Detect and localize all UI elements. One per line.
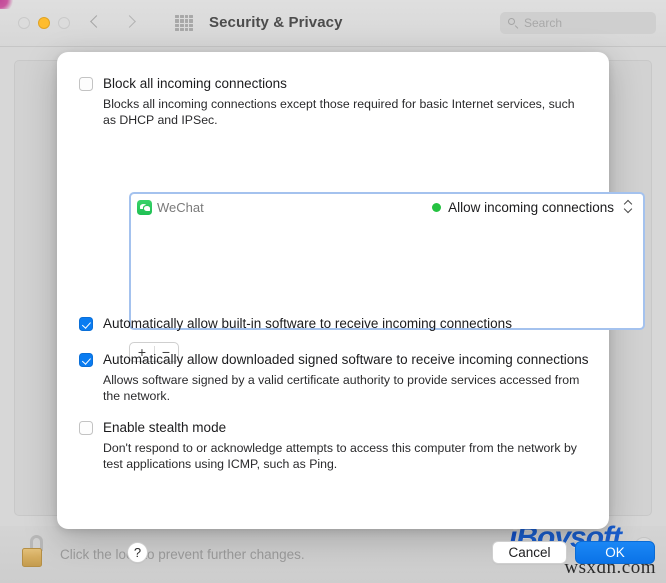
traffic-light-buttons[interactable] xyxy=(18,17,70,29)
window-titlebar: Security & Privacy Search xyxy=(0,0,666,47)
app-status-label: Allow incoming connections xyxy=(448,199,614,215)
show-all-grid-icon[interactable] xyxy=(175,15,193,31)
auto-signed-checkbox[interactable] xyxy=(79,353,93,367)
zoom-button[interactable] xyxy=(58,17,70,29)
up-down-chevron-icon[interactable] xyxy=(622,198,635,216)
auto-signed-description: Allows software signed by a valid certif… xyxy=(103,373,580,403)
block-all-checkbox[interactable] xyxy=(79,77,93,91)
auto-builtin-section: Automatically allow built-in software to… xyxy=(79,316,589,332)
block-all-row[interactable]: Block all incoming connections xyxy=(79,76,589,92)
app-status-group[interactable]: Allow incoming connections xyxy=(432,200,614,215)
app-name: WeChat xyxy=(157,199,204,215)
auto-signed-section: Automatically allow downloaded signed so… xyxy=(79,352,591,404)
desktop-corner-artifact xyxy=(0,0,16,9)
block-all-description: Blocks all incoming connections except t… xyxy=(103,97,575,127)
forward-chevron-icon[interactable] xyxy=(124,12,136,34)
firewall-options-sheet: Block all incoming connections Blocks al… xyxy=(57,52,655,564)
minimize-button[interactable] xyxy=(38,17,50,29)
auto-builtin-checkbox[interactable] xyxy=(79,317,93,331)
sheet-help-button[interactable]: ? xyxy=(127,542,148,563)
auto-builtin-row[interactable]: Automatically allow built-in software to… xyxy=(79,316,589,332)
status-dot-icon xyxy=(432,202,442,212)
back-chevron-icon[interactable] xyxy=(90,12,102,34)
stealth-label: Enable stealth mode xyxy=(103,420,227,435)
application-list[interactable]: WeChat Allow incoming connections xyxy=(129,192,645,330)
padlock-body xyxy=(22,548,42,567)
auto-signed-label: Automatically allow downloaded signed so… xyxy=(103,352,589,367)
lock-hint-text: Click the lock to prevent further change… xyxy=(60,547,305,562)
search-field[interactable]: Search xyxy=(500,12,656,34)
auto-builtin-label: Automatically allow built-in software to… xyxy=(103,316,512,331)
search-icon xyxy=(507,17,519,29)
stealth-section: Enable stealth mode Don't respond to or … xyxy=(79,420,589,472)
block-all-section: Block all incoming connections Blocks al… xyxy=(79,76,589,128)
close-button[interactable] xyxy=(18,17,30,29)
navigation-arrows[interactable] xyxy=(90,12,136,34)
stealth-checkbox[interactable] xyxy=(79,421,93,435)
unlocked-padlock-icon[interactable] xyxy=(22,535,48,569)
list-item[interactable]: WeChat Allow incoming connections xyxy=(131,194,643,220)
ok-button[interactable]: OK xyxy=(575,541,655,564)
auto-signed-row[interactable]: Automatically allow downloaded signed so… xyxy=(79,352,591,368)
page-title: Security & Privacy xyxy=(209,14,343,31)
search-placeholder: Search xyxy=(524,16,563,30)
stealth-description: Don't respond to or acknowledge attempts… xyxy=(103,441,577,471)
cancel-button[interactable]: Cancel xyxy=(492,541,567,564)
stealth-row[interactable]: Enable stealth mode xyxy=(79,420,589,436)
wechat-icon xyxy=(137,199,152,215)
block-all-label: Block all incoming connections xyxy=(103,76,287,91)
screen: Security & Privacy Search Click the lock… xyxy=(0,0,666,583)
